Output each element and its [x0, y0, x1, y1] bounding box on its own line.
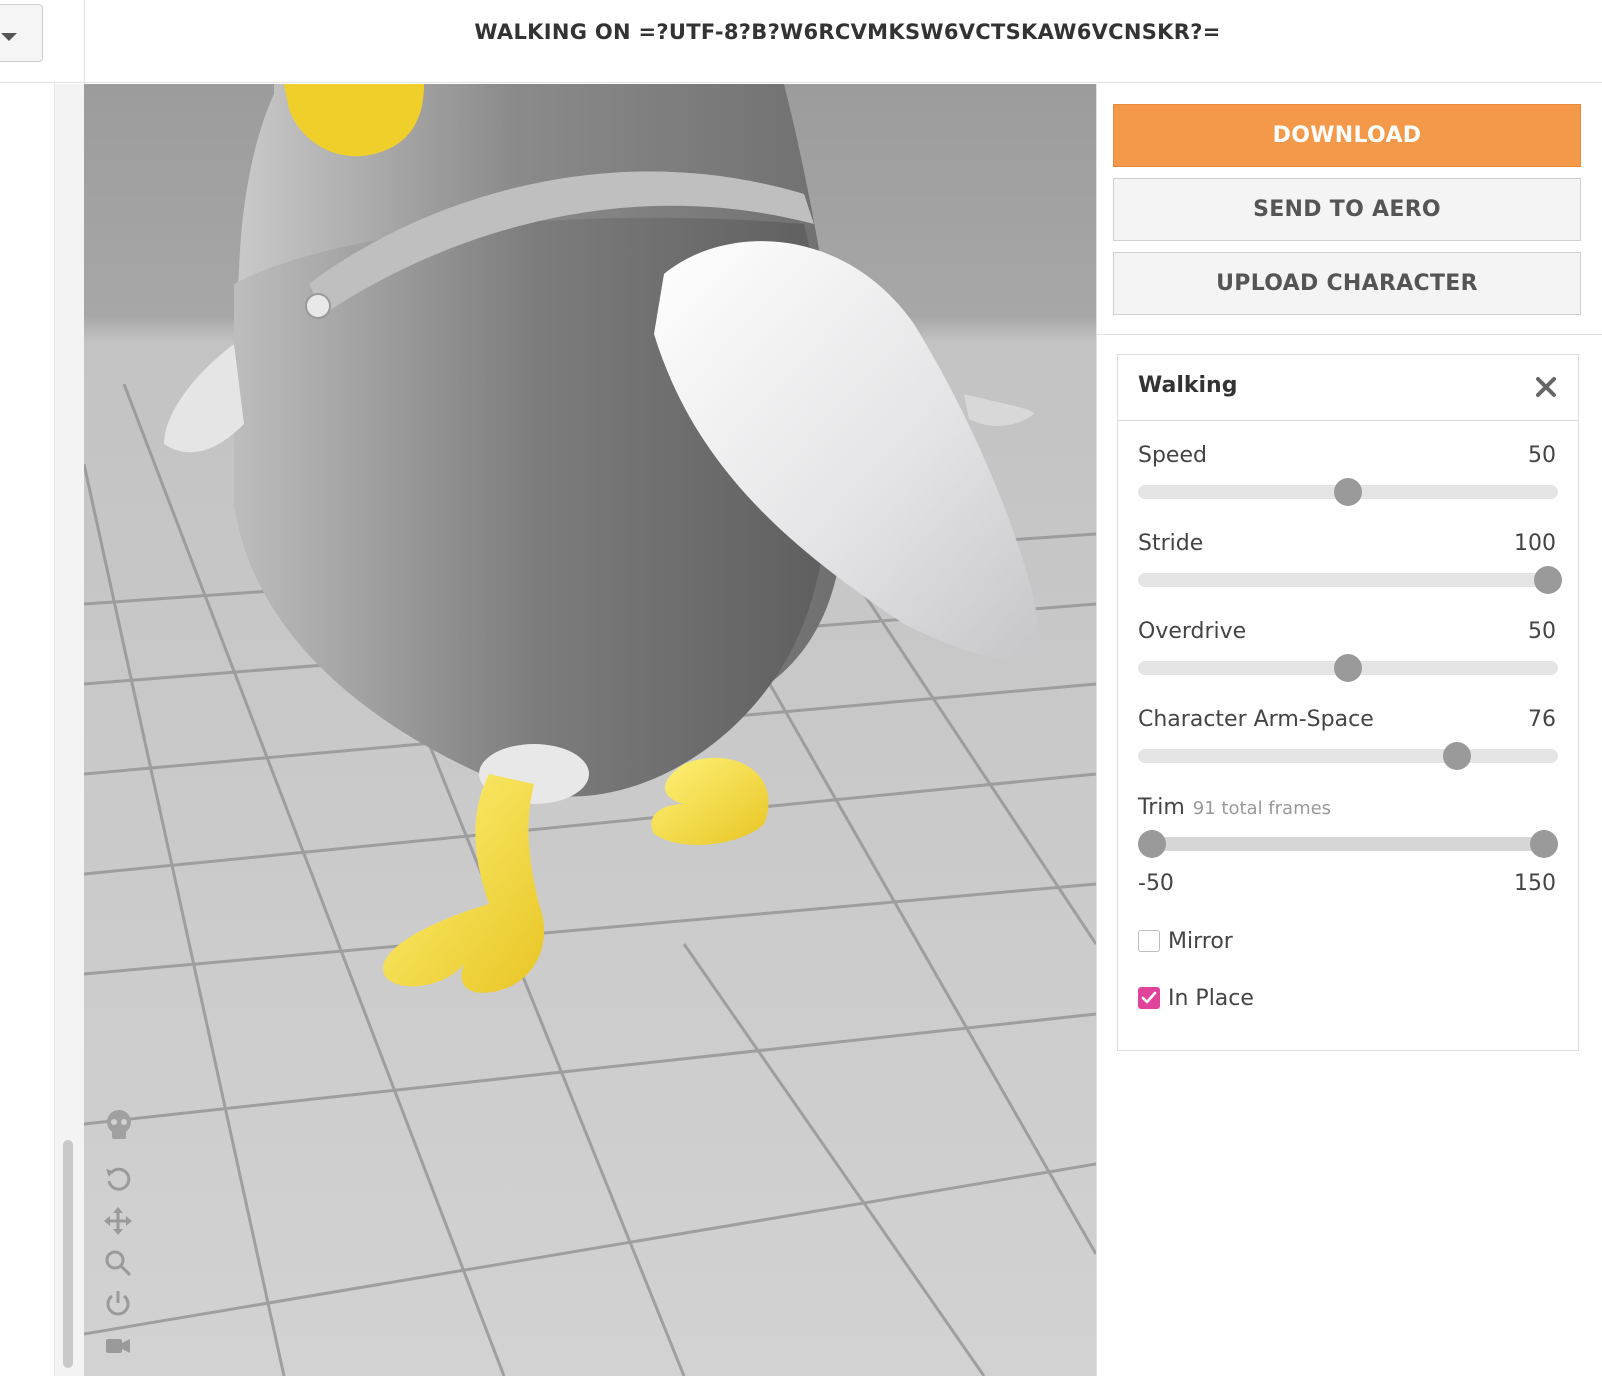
stride-slider-thumb[interactable] — [1534, 566, 1562, 594]
trim-title: Trim — [1138, 795, 1185, 820]
checkmark-icon — [1141, 991, 1157, 1004]
mirror-label: Mirror — [1168, 928, 1233, 954]
scene-canvas — [84, 84, 1096, 1376]
animation-dropdown[interactable] — [0, 4, 43, 62]
left-scrollbar[interactable] — [63, 1140, 73, 1368]
settings-header: Walking — [1118, 355, 1578, 421]
speed-value: 50 — [1528, 443, 1556, 468]
trim-label: Trim 91 total frames — [1138, 795, 1331, 820]
arm-space-slider-thumb[interactable] — [1443, 742, 1472, 770]
stride-label: Stride — [1138, 531, 1204, 556]
send-to-aero-button[interactable]: SEND TO AERO — [1113, 178, 1581, 241]
overdrive-slider-thumb[interactable] — [1334, 654, 1362, 682]
stride-slider[interactable] — [1138, 566, 1562, 594]
in-place-label: In Place — [1168, 985, 1254, 1011]
in-place-checkbox[interactable] — [1138, 987, 1160, 1009]
trim-frames-count: 91 total frames — [1192, 798, 1332, 819]
left-divider — [0, 82, 84, 83]
right-panel: DOWNLOAD SEND TO AERO UPLOAD CHARACTER W… — [1096, 84, 1602, 1376]
skeleton-icon[interactable] — [104, 1109, 140, 1145]
stride-value: 100 — [1514, 531, 1556, 556]
mirror-checkbox[interactable] — [1138, 930, 1160, 952]
camera-icon[interactable] — [104, 1329, 140, 1365]
header: WALKING ON =?UTF-8?B?W6RCVMKSW6VCTSKAW6V… — [85, 0, 1602, 83]
trim-start-thumb[interactable] — [1138, 830, 1166, 858]
caret-down-icon — [1, 33, 17, 41]
left-sidebar — [0, 0, 85, 1376]
settings-title: Walking — [1138, 373, 1238, 398]
overdrive-slider[interactable] — [1138, 654, 1558, 682]
download-button[interactable]: DOWNLOAD — [1113, 104, 1581, 167]
page-title: WALKING ON =?UTF-8?B?W6RCVMKSW6VCTSKAW6V… — [474, 20, 1221, 44]
animation-settings-card: Walking Speed 50 Stride 100 Overdrive 50… — [1117, 354, 1579, 1051]
arm-space-label: Character Arm-Space — [1138, 707, 1374, 732]
overdrive-label: Overdrive — [1138, 619, 1247, 644]
upload-character-button[interactable]: UPLOAD CHARACTER — [1113, 252, 1581, 315]
close-icon[interactable] — [1532, 373, 1560, 401]
arm-space-value: 76 — [1528, 707, 1556, 732]
panel-divider — [1097, 334, 1602, 335]
3d-viewport[interactable] — [84, 84, 1096, 1376]
overdrive-value: 50 — [1528, 619, 1556, 644]
pan-icon[interactable] — [104, 1207, 140, 1243]
mirror-option[interactable]: Mirror — [1138, 927, 1233, 955]
trim-max-label: 150 — [1514, 871, 1556, 896]
zoom-icon[interactable] — [104, 1249, 140, 1285]
speed-slider[interactable] — [1138, 478, 1558, 506]
trim-end-thumb[interactable] — [1530, 830, 1558, 858]
in-place-option[interactable]: In Place — [1138, 984, 1254, 1012]
trim-range-slider[interactable] — [1138, 830, 1558, 858]
rotate-icon[interactable] — [104, 1165, 140, 1201]
trim-min-label: -50 — [1138, 871, 1174, 896]
power-icon[interactable] — [104, 1289, 140, 1325]
speed-label: Speed — [1138, 443, 1207, 468]
speed-slider-thumb[interactable] — [1334, 478, 1362, 506]
arm-space-slider[interactable] — [1138, 742, 1558, 770]
